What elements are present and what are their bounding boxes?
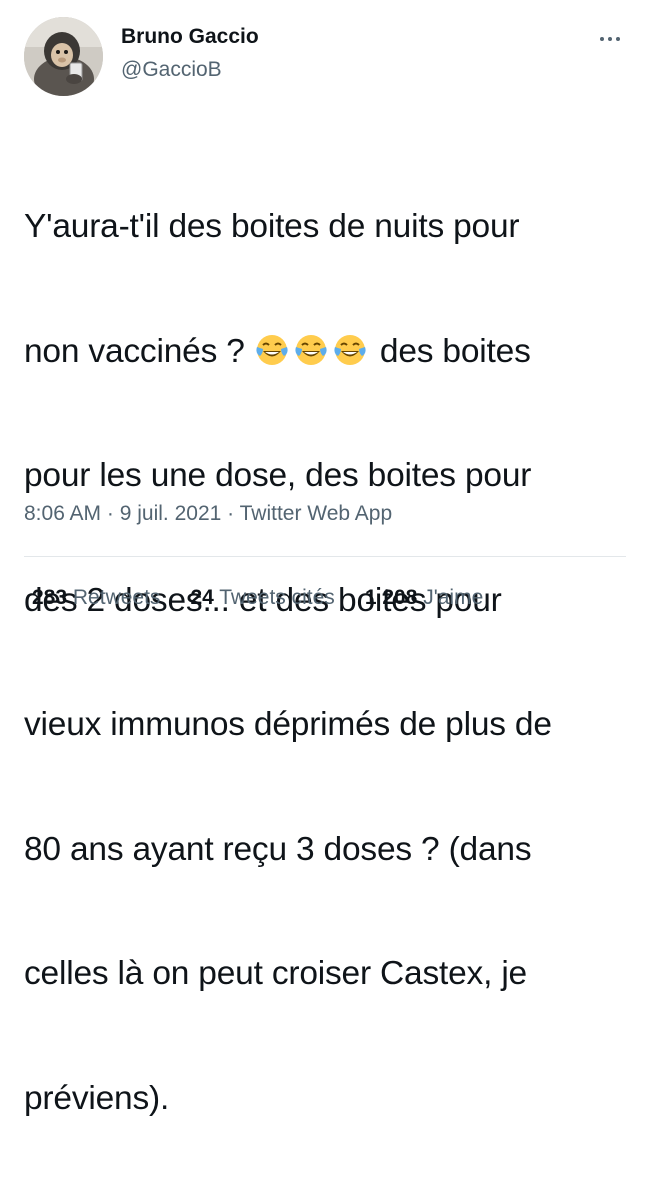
author-name[interactable]: Bruno Gaccio [121,25,259,49]
quote-tweets-stat[interactable]: 24 Tweets cités [190,586,334,610]
tweet-time[interactable]: 8:06 AM [24,502,101,525]
tweet-line-with-emoji: non vaccinés ? des boites [24,331,629,373]
tweet-line: vieux immunos déprimés de plus de [24,706,552,743]
divider [24,556,626,557]
tweet-stats: 283 Retweets 24 Tweets cités 1 208 J'aim… [32,586,513,610]
quotes-count: 24 [190,586,214,609]
likes-label: J'aime [423,586,484,609]
tweet-line: pour les une dose, des boites pour [24,457,532,494]
more-options-icon [600,37,604,41]
tweet-text: Y'aura-t'il des boites de nuits pour non… [24,123,629,1202]
face-with-tears-of-joy-emoji-icon [256,334,288,365]
likes-count: 1 208 [364,586,418,609]
tweet-line-part: non vaccinés ? [24,332,245,370]
tweet-source[interactable]: Twitter Web App [240,502,393,525]
meta-separator: · [101,502,120,525]
retweets-count: 283 [32,586,68,609]
quotes-label: Tweets cités [219,586,335,609]
monkey-avatar-icon [24,17,103,96]
tweet-meta: 8:06 AM · 9 juil. 2021 · Twitter Web App [24,502,392,526]
tweet-card: Bruno Gaccio @GaccioB Y'aura-t'il des bo… [0,0,650,1117]
emoji-group [254,333,371,370]
more-options-dot [616,37,620,41]
face-with-tears-of-joy-emoji-icon [295,334,327,365]
tweet-line: celles là on peut croiser Castex, je [24,955,527,992]
tweet-line: préviens). [24,1079,170,1117]
face-with-tears-of-joy-emoji-icon [334,334,366,365]
likes-stat[interactable]: 1 208 J'aime [365,586,483,610]
tweet-line-part: des boites [379,332,531,370]
author-handle[interactable]: @GaccioB [121,58,222,82]
tweet-line: Y'aura-t'il des boites de nuits pour [24,208,520,245]
more-options-button[interactable] [592,26,628,52]
author-avatar[interactable] [24,17,103,96]
meta-separator: · [221,502,240,525]
tweet-line: 80 ans ayant reçu 3 doses ? (dans [24,830,532,868]
retweets-label: Retweets [72,586,161,609]
more-options-dot [608,37,612,41]
tweet-date[interactable]: 9 juil. 2021 [120,502,222,525]
retweets-stat[interactable]: 283 Retweets [32,586,160,610]
